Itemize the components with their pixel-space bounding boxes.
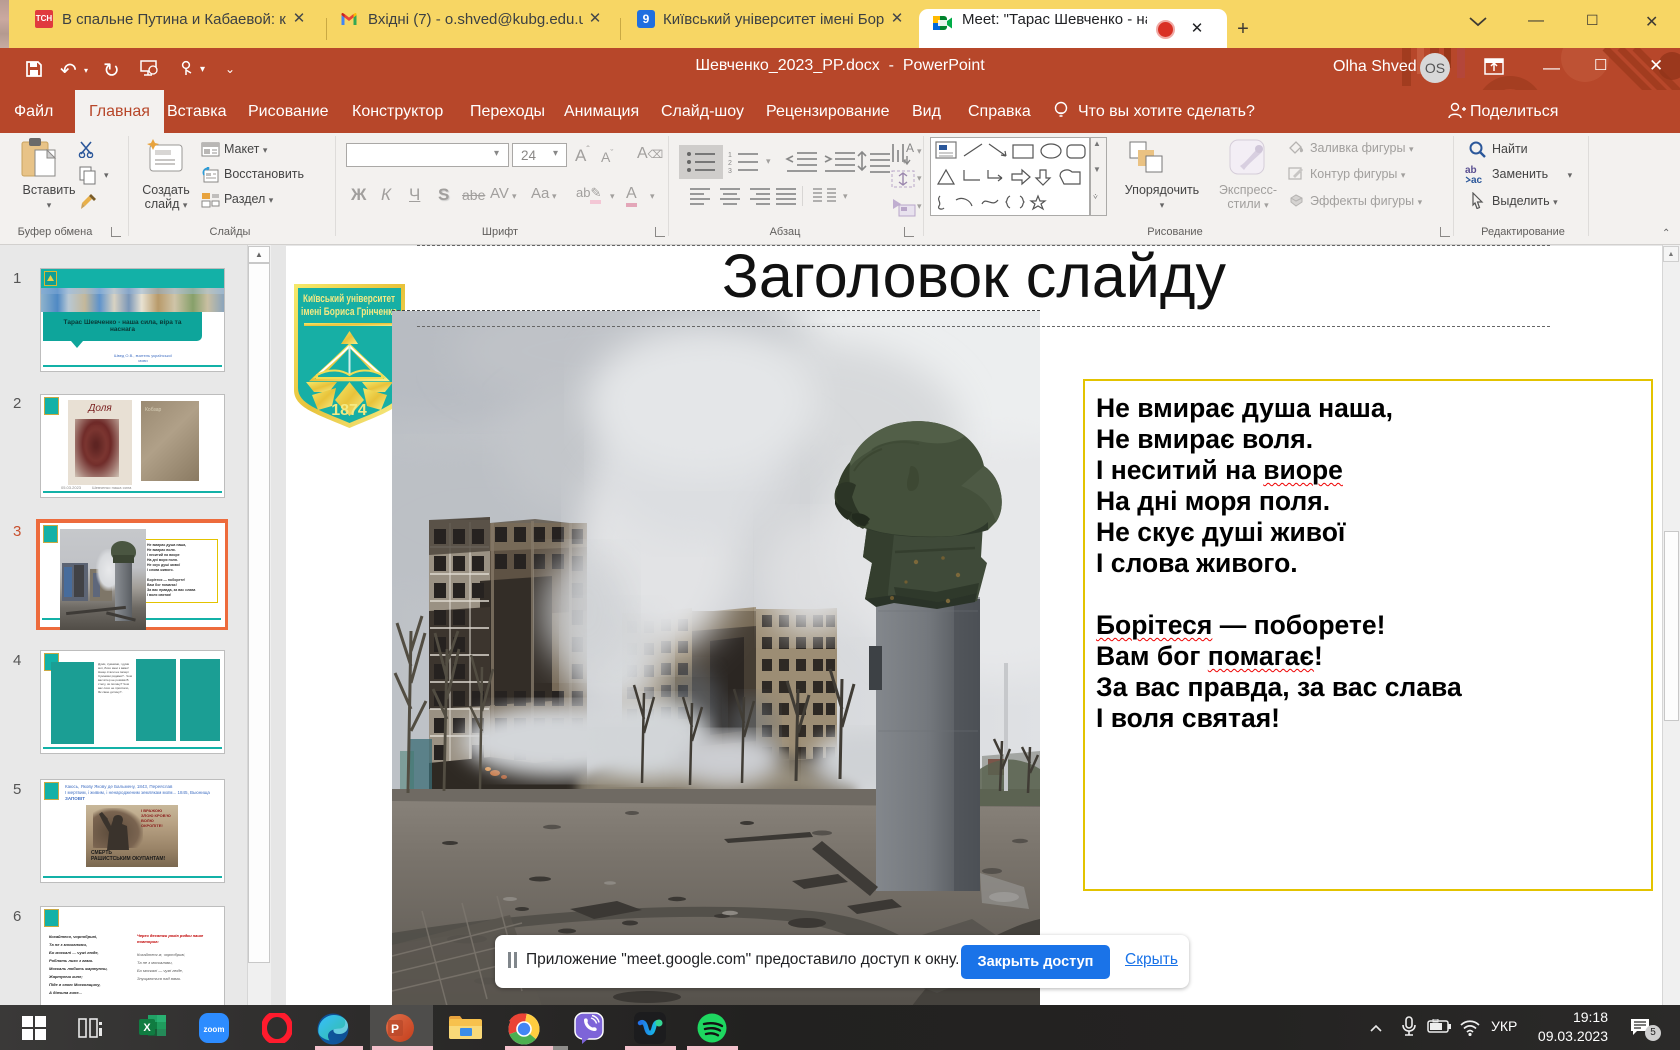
svg-text:ac: ac — [1471, 175, 1483, 184]
svg-text:X: X — [143, 1022, 151, 1034]
svg-text:1874: 1874 — [331, 402, 367, 419]
svg-text:3: 3 — [728, 168, 732, 174]
svg-text:P: P — [391, 1022, 399, 1036]
svg-text:2: 2 — [728, 160, 732, 167]
svg-text:А: А — [906, 141, 914, 155]
svg-text:імені Бориса Грінченка: імені Бориса Грінченка — [301, 306, 398, 318]
svg-text:zoom: zoom — [204, 1025, 225, 1034]
svg-text:Київський університет: Київський університет — [303, 293, 395, 305]
svg-text:1: 1 — [728, 152, 732, 159]
